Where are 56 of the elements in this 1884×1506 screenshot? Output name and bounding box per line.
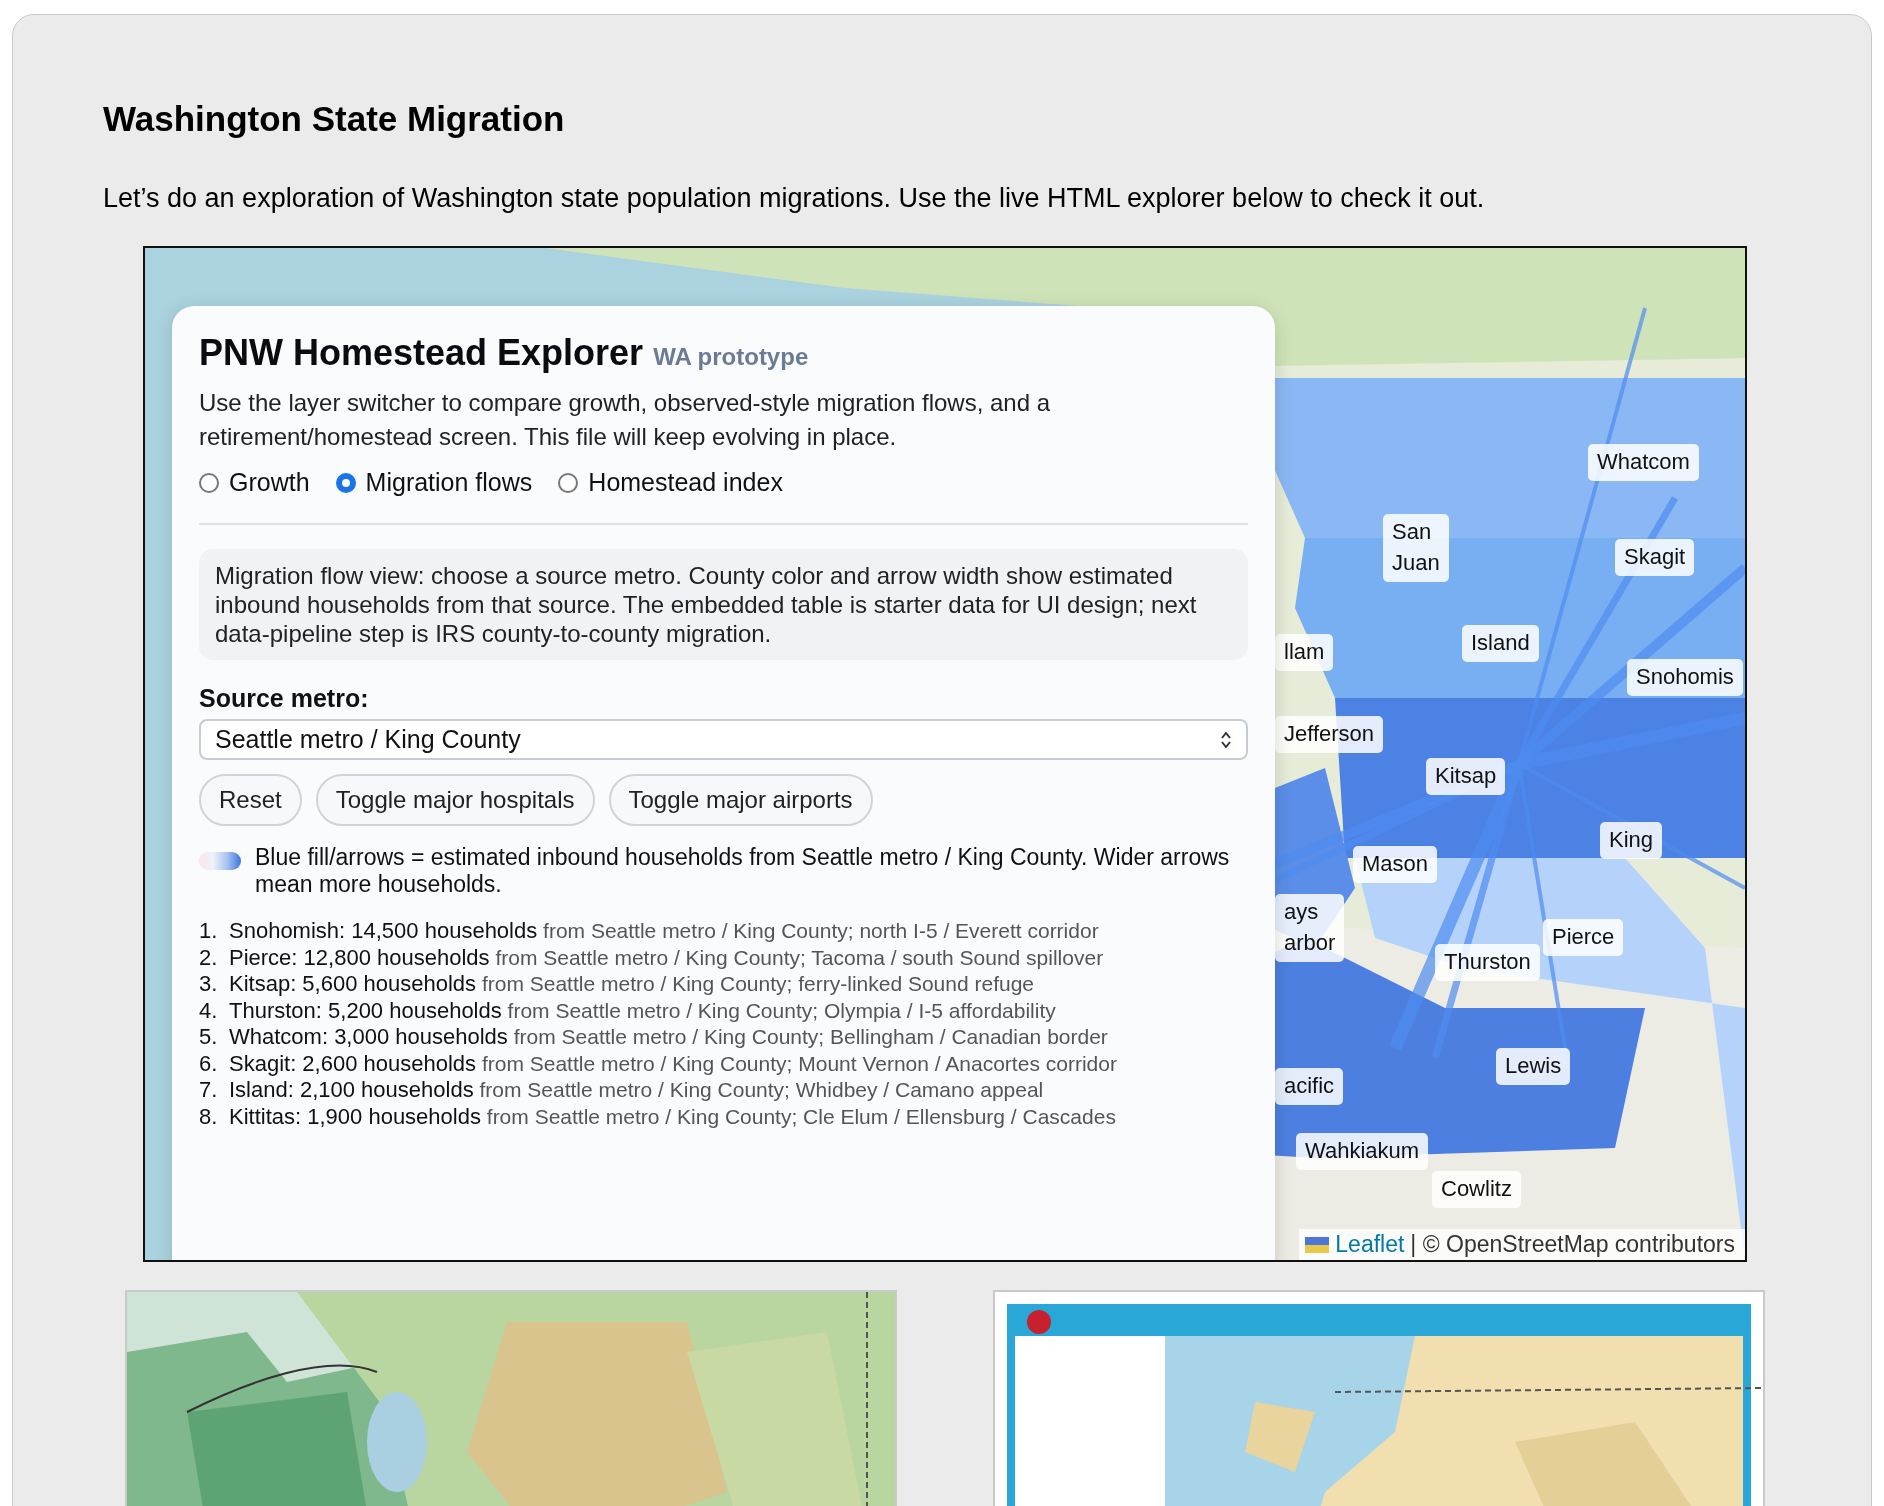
attribution-text: | © OpenStreetMap contributors	[1410, 1231, 1735, 1258]
source-label: Source metro:	[199, 684, 370, 713]
county-label: King	[1600, 822, 1663, 859]
county-label: Pierce	[1543, 919, 1624, 956]
radio-icon[interactable]	[558, 472, 579, 493]
county-label: Island	[1462, 625, 1539, 662]
list-number: 2.	[199, 944, 217, 971]
county-label: Lewis	[1496, 1048, 1571, 1085]
county-label: llam	[1275, 634, 1334, 671]
radio-icon[interactable]	[199, 472, 219, 493]
flag-icon	[1305, 1236, 1330, 1253]
county-label: Thurston	[1435, 944, 1540, 981]
panel-subtitle: WA prototype	[653, 343, 809, 371]
county-label: Skagit	[1615, 539, 1695, 576]
list-number: 3.	[199, 971, 217, 998]
flow-item: Skagit: 2,600 households from Seattle metro / King County; Mount Vernon / Anacortes corridor	[229, 1050, 1117, 1077]
leaflet-link[interactable]: Leaflet	[1335, 1231, 1405, 1258]
legend-gradient-icon	[199, 852, 241, 870]
pill-button[interactable]: Reset	[199, 774, 302, 826]
county-label: ays arbor	[1275, 894, 1345, 962]
layer-option[interactable]: Growth	[199, 468, 310, 497]
flow-item: Kitsap: 5,600 households from Seattle metro / King County; ferry-linked Sound refuge	[229, 971, 1035, 998]
intro-text: Let’s do an exploration of Washington state population migrations. Use the live HTML explorer below to check it out.	[103, 183, 1486, 214]
pill-button[interactable]: Toggle major airports	[608, 774, 873, 826]
list-number: 1.	[199, 918, 217, 945]
panel-title: PNW Homestead Explorer	[199, 332, 644, 374]
county-label: Jefferson	[1275, 716, 1384, 753]
page-title: Washington State Migration	[103, 99, 566, 139]
county-label: San Juan	[1383, 514, 1449, 582]
info-note: Migration flow view: choose a source metro. County color and arrow width show estimated inbound households from that source. The embedded table is starter data for UI design; next data-pipeline step is IRS county-to-county migration.	[199, 549, 1248, 660]
county-label: Snohomis	[1627, 659, 1743, 696]
county-label: Whatcom	[1588, 444, 1699, 481]
updown-caret-icon	[1220, 729, 1232, 750]
county-label: Kitsap	[1426, 758, 1506, 795]
layer-option[interactable]: Migration flows	[335, 468, 533, 497]
pill-button[interactable]: Toggle major hospitals	[315, 774, 595, 826]
flow-item: Kittitas: 1,900 households from Seattle metro / King County; Cle Elum / Ellensburg / Cascades	[229, 1103, 1116, 1130]
list-number: 4.	[199, 997, 217, 1024]
county-label: Wahkiakum	[1296, 1133, 1429, 1170]
county-label: Cowlitz	[1432, 1171, 1521, 1208]
source-select[interactable]: Seattle metro / King County	[199, 719, 1248, 760]
flow-item: Thurston: 5,200 households from Seattle metro / King County; Olympia / I-5 affordability	[229, 997, 1056, 1024]
flow-item: Island: 2,100 households from Seattle metro / King County; Whidbey / Camano appeal	[229, 1077, 1044, 1104]
flow-item: Whatcom: 3,000 households from Seattle metro / King County; Bellingham / Canadian border	[229, 1024, 1108, 1051]
flow-item: Snohomish: 14,500 households from Seattle metro / King County; north I-5 / Everett corridor	[229, 918, 1099, 945]
flow-item: Pierce: 12,800 households from Seattle metro / King County; Tacoma / south Sound spillover	[229, 944, 1104, 971]
list-number: 8.	[199, 1103, 217, 1130]
county-label: Mason	[1353, 846, 1438, 883]
layer-option[interactable]: Homestead index	[558, 468, 783, 497]
legend-text: Blue fill/arrows = estimated inbound households from Seattle metro / King County. Wider arrows mean more households.	[255, 844, 1231, 898]
radio-icon[interactable]	[335, 472, 356, 493]
list-number: 6.	[199, 1050, 217, 1077]
list-number: 7.	[199, 1077, 217, 1104]
panel-description: Use the layer switcher to compare growth, observed-style migration flows, and a retirement/homestead screen. This file will keep evolving in place.	[199, 388, 1052, 452]
list-number: 5.	[199, 1024, 217, 1051]
county-label: acific	[1275, 1068, 1344, 1105]
